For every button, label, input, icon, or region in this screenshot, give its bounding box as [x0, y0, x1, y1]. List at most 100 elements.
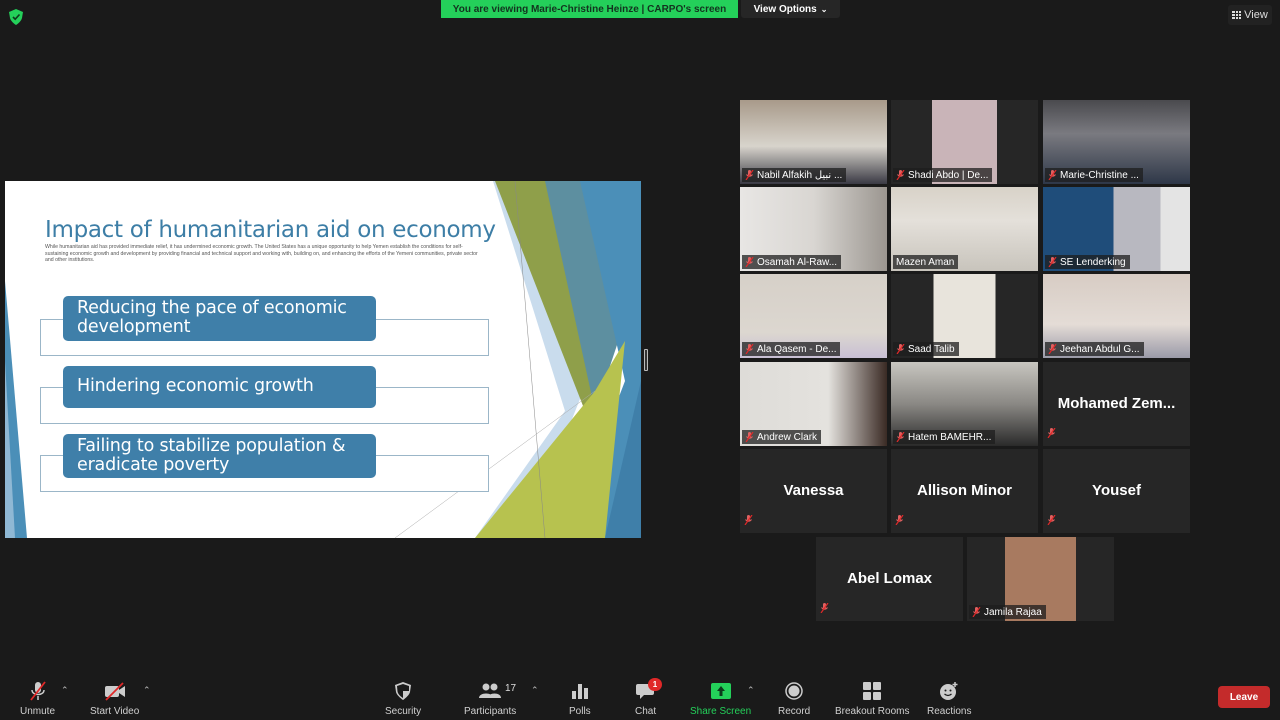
microphone-muted-icon — [896, 432, 905, 442]
microphone-muted-icon — [1048, 344, 1057, 354]
record-label: Record — [778, 706, 811, 717]
mute-status — [1047, 512, 1056, 530]
split-view-divider-handle[interactable] — [644, 349, 648, 371]
participant-tile[interactable]: Ala Qasem - De... — [740, 274, 887, 358]
participants-caret-icon[interactable]: ⌃ — [531, 685, 539, 696]
polls-label: Polls — [569, 706, 591, 717]
participant-tile[interactable]: SE Lenderking — [1043, 187, 1190, 271]
share-screen-label: Share Screen — [690, 706, 752, 717]
participant-name-bar: Ala Qasem - De... — [742, 342, 841, 356]
participant-tile[interactable]: Allison Minor — [891, 449, 1038, 533]
audio-options-caret-icon[interactable]: ⌃ — [61, 685, 69, 696]
participant-tile[interactable]: Yousef — [1043, 449, 1190, 533]
polls-chart-icon — [571, 684, 588, 699]
participant-tile[interactable]: Hatem BAMEHR... — [891, 362, 1038, 446]
participant-name-bar: Mazen Aman — [893, 255, 959, 269]
security-label: Security — [385, 706, 422, 717]
microphone-muted-icon — [1048, 170, 1057, 180]
participant-tile[interactable]: Abel Lomax — [816, 537, 963, 621]
participant-tile[interactable]: Jamila Rajaa — [967, 537, 1114, 621]
microphone-muted-icon — [745, 432, 754, 442]
participant-tile[interactable]: Jeehan Abdul G... — [1043, 274, 1190, 358]
microphone-muted-icon — [820, 603, 829, 613]
mute-status — [895, 512, 904, 530]
camera-off-icon — [104, 682, 125, 701]
chat-label: Chat — [635, 706, 657, 717]
security-button[interactable]: Security — [385, 680, 421, 717]
participant-name: Shadi Abdo | De... — [908, 169, 989, 181]
slide-point: Reducing the pace of economic developmen… — [63, 296, 376, 341]
encryption-shield-icon[interactable] — [9, 9, 23, 25]
microphone-muted-icon — [745, 344, 754, 354]
chat-unread-badge: 1 — [648, 678, 662, 691]
microphone-muted-icon — [1047, 428, 1056, 438]
participant-count: 17 — [505, 683, 517, 694]
viewing-screen-banner: You are viewing Marie-Christine Heinze |… — [441, 0, 738, 18]
view-label: View — [1244, 9, 1268, 21]
share-options-caret-icon[interactable]: ⌃ — [747, 685, 755, 696]
reactions-button[interactable]: Reactions — [927, 680, 971, 717]
participant-tile[interactable]: Andrew Clark — [740, 362, 887, 446]
microphone-muted-icon — [745, 170, 754, 180]
shared-screen-slide: Impact of humanitarian aid on economy Wh… — [5, 181, 641, 538]
microphone-muted-icon — [896, 170, 905, 180]
participant-name-bar: SE Lenderking — [1045, 255, 1130, 269]
participant-tile[interactable]: Mohamed Zem... — [1043, 362, 1190, 446]
participant-name: Osamah Al-Raw... — [757, 256, 838, 268]
view-options-button[interactable]: View Options ⌄ — [741, 0, 840, 18]
slide-title: Impact of humanitarian aid on economy — [45, 217, 496, 243]
participant-tile[interactable]: Saad Talib — [891, 274, 1038, 358]
grid-icon — [1232, 11, 1242, 19]
microphone-muted-icon — [1047, 515, 1056, 525]
mute-status — [820, 600, 829, 618]
share-screen-button[interactable]: Share Screen — [690, 680, 751, 717]
participant-name: Andrew Clark — [757, 431, 818, 443]
participant-name: Mazen Aman — [896, 256, 955, 268]
reactions-label: Reactions — [927, 706, 972, 717]
leave-meeting-button[interactable]: Leave — [1218, 686, 1270, 708]
participant-tile[interactable]: Vanessa — [740, 449, 887, 533]
participant-name: Jeehan Abdul G... — [1060, 343, 1140, 355]
participant-tile[interactable]: Marie-Christine ... — [1043, 100, 1190, 184]
microphone-muted-icon — [29, 681, 46, 701]
participant-tile[interactable]: Osamah Al-Raw... — [740, 187, 887, 271]
participant-name-bar: Jeehan Abdul G... — [1045, 342, 1144, 356]
participant-name-bar: Shadi Abdo | De... — [893, 168, 993, 182]
record-button[interactable]: Record — [778, 680, 810, 717]
breakout-rooms-label: Breakout Rooms — [835, 706, 910, 717]
unmute-button[interactable]: Unmute — [20, 680, 55, 717]
breakout-rooms-button[interactable]: Breakout Rooms — [835, 680, 909, 717]
participant-name: Nabil Alfakih نبيل ... — [757, 169, 843, 181]
view-layout-button[interactable]: View — [1228, 5, 1272, 25]
zoom-meeting-window: You are viewing Marie-Christine Heinze |… — [0, 0, 1280, 720]
unmute-label: Unmute — [20, 706, 56, 717]
share-screen-arrow-icon — [710, 683, 731, 699]
video-options-caret-icon[interactable]: ⌃ — [143, 685, 151, 696]
participant-name-bar: Nabil Alfakih نبيل ... — [742, 168, 847, 182]
microphone-muted-icon — [895, 515, 904, 525]
microphone-muted-icon — [896, 344, 905, 354]
participant-name: Saad Talib — [908, 343, 955, 355]
participants-icon — [479, 683, 502, 698]
start-video-button[interactable]: Start Video — [90, 680, 139, 717]
participant-name: SE Lenderking — [1060, 256, 1126, 268]
meeting-toolbar: Unmute ⌃ Start Video ⌃ Security Particip… — [0, 672, 1280, 720]
participant-tile[interactable]: Mazen Aman — [891, 187, 1038, 271]
slide-point: Failing to stabilize population & eradic… — [63, 434, 376, 478]
participant-tile[interactable]: Nabil Alfakih نبيل ... — [740, 100, 887, 184]
microphone-muted-icon — [972, 607, 981, 617]
banner-text: You are viewing Marie-Christine Heinze |… — [452, 3, 727, 15]
participant-tile[interactable]: Shadi Abdo | De... — [891, 100, 1038, 184]
participant-name-bar: Andrew Clark — [742, 430, 822, 444]
polls-button[interactable]: Polls — [569, 680, 591, 717]
participant-name: Abel Lomax — [846, 570, 933, 587]
record-icon — [785, 682, 803, 700]
participant-name: Ala Qasem - De... — [757, 343, 837, 355]
view-options-label: View Options — [753, 3, 817, 15]
participant-name: Mohamed Zem... — [1057, 395, 1176, 412]
participant-name-bar: Osamah Al-Raw... — [742, 255, 842, 269]
participant-name: Vanessa — [783, 482, 844, 499]
start-video-label: Start Video — [90, 706, 140, 717]
participant-name-bar: Hatem BAMEHR... — [893, 430, 996, 444]
participant-name: Jamila Rajaa — [984, 606, 1042, 618]
